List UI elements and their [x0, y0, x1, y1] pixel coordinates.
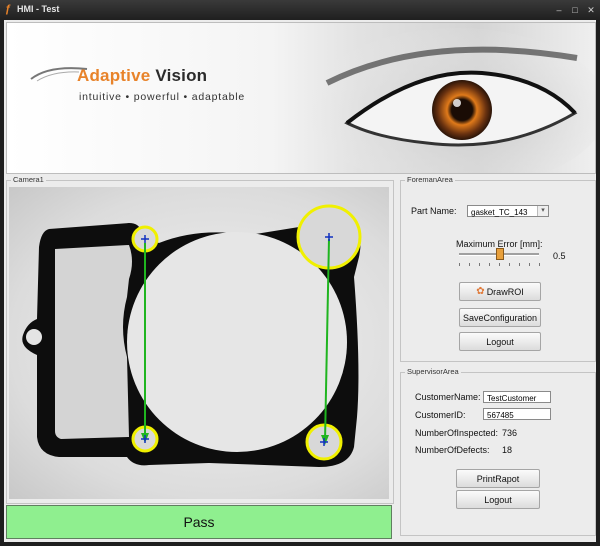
minimize-button[interactable]: –: [553, 5, 565, 15]
part-name-select[interactable]: gasket_TC_143 ▾: [467, 205, 549, 217]
maximize-button[interactable]: □: [569, 5, 581, 15]
defects-label: NumberOfDefects:: [415, 445, 490, 455]
customer-id-value: 567485: [487, 411, 514, 420]
slider-tick: [459, 263, 460, 266]
window-title: HMI - Test: [17, 4, 60, 14]
max-error-value: 0.5: [553, 251, 566, 261]
foreman-logout-label: Logout: [486, 336, 514, 347]
print-report-button[interactable]: PrintRapot: [456, 469, 540, 488]
slider-tick: [539, 263, 540, 266]
part-name-value: gasket_TC_143: [471, 208, 528, 217]
inspected-label: NumberOfInspected:: [415, 428, 499, 438]
save-configuration-label: SaveConfiguration: [462, 312, 538, 323]
slider-tick: [529, 263, 530, 266]
eye-image: [307, 28, 595, 173]
brand-tagline: intuitive • powerful • adaptable: [79, 91, 246, 103]
draw-roi-button[interactable]: ✿ DrawROI: [459, 282, 541, 301]
print-report-label: PrintRapot: [476, 473, 520, 484]
supervisor-logout-button[interactable]: Logout: [456, 490, 540, 509]
inspection-result: Pass: [6, 505, 392, 539]
supervisor-logout-label: Logout: [484, 494, 512, 505]
brand-word1: Adaptive: [77, 66, 151, 85]
slider-tick: [479, 263, 480, 266]
app-icon: ƒ: [5, 3, 12, 15]
client-area: Adaptive Vision intuitive • powerful • a…: [4, 20, 596, 542]
draw-roi-label: DrawROI: [486, 286, 524, 297]
inspected-value: 736: [502, 428, 518, 438]
part-name-label: Part Name:: [411, 206, 457, 216]
slider-tick: [519, 263, 520, 266]
camera-group: Camera1: [6, 175, 394, 504]
foreman-area-group: ForemanArea Part Name: gasket_TC_143 ▾ M…: [400, 175, 596, 362]
foreman-logout-button[interactable]: Logout: [459, 332, 541, 351]
customer-name-field[interactable]: TestCustomer: [483, 391, 551, 403]
customer-id-label: CustomerID:: [415, 410, 466, 420]
brand-logo: Adaptive Vision: [77, 66, 207, 86]
result-text: Pass: [183, 514, 215, 530]
camera-label: Camera1: [11, 175, 46, 184]
brand-word2: Vision: [155, 66, 208, 85]
customer-name-label: CustomerName:: [415, 392, 481, 402]
shapes-icon: ✿: [476, 286, 485, 297]
gasket-image: [22, 204, 362, 467]
defects-value: 18: [502, 445, 513, 455]
slider-tick: [509, 263, 510, 266]
save-configuration-button[interactable]: SaveConfiguration: [459, 308, 541, 327]
customer-name-value: TestCustomer: [487, 394, 537, 403]
brand-banner: Adaptive Vision intuitive • powerful • a…: [6, 22, 596, 174]
foreman-area-label: ForemanArea: [405, 175, 455, 184]
supervisor-area-label: SupervisorArea: [405, 367, 461, 376]
customer-id-field[interactable]: 567485: [483, 408, 551, 420]
chevron-down-icon[interactable]: ▾: [537, 206, 548, 216]
slider-tick: [499, 263, 500, 266]
close-button[interactable]: ✕: [585, 5, 597, 15]
slider-tick: [489, 263, 490, 266]
max-error-slider-handle[interactable]: [496, 248, 504, 260]
camera-view[interactable]: [9, 187, 389, 499]
title-bar[interactable]: ƒ HMI - Test – □ ✕: [0, 0, 600, 20]
slider-tick: [469, 263, 470, 266]
app-window: ƒ HMI - Test – □ ✕ Adaptive Vision intui…: [0, 0, 600, 546]
supervisor-area-group: SupervisorArea CustomerName: TestCustome…: [400, 367, 596, 536]
